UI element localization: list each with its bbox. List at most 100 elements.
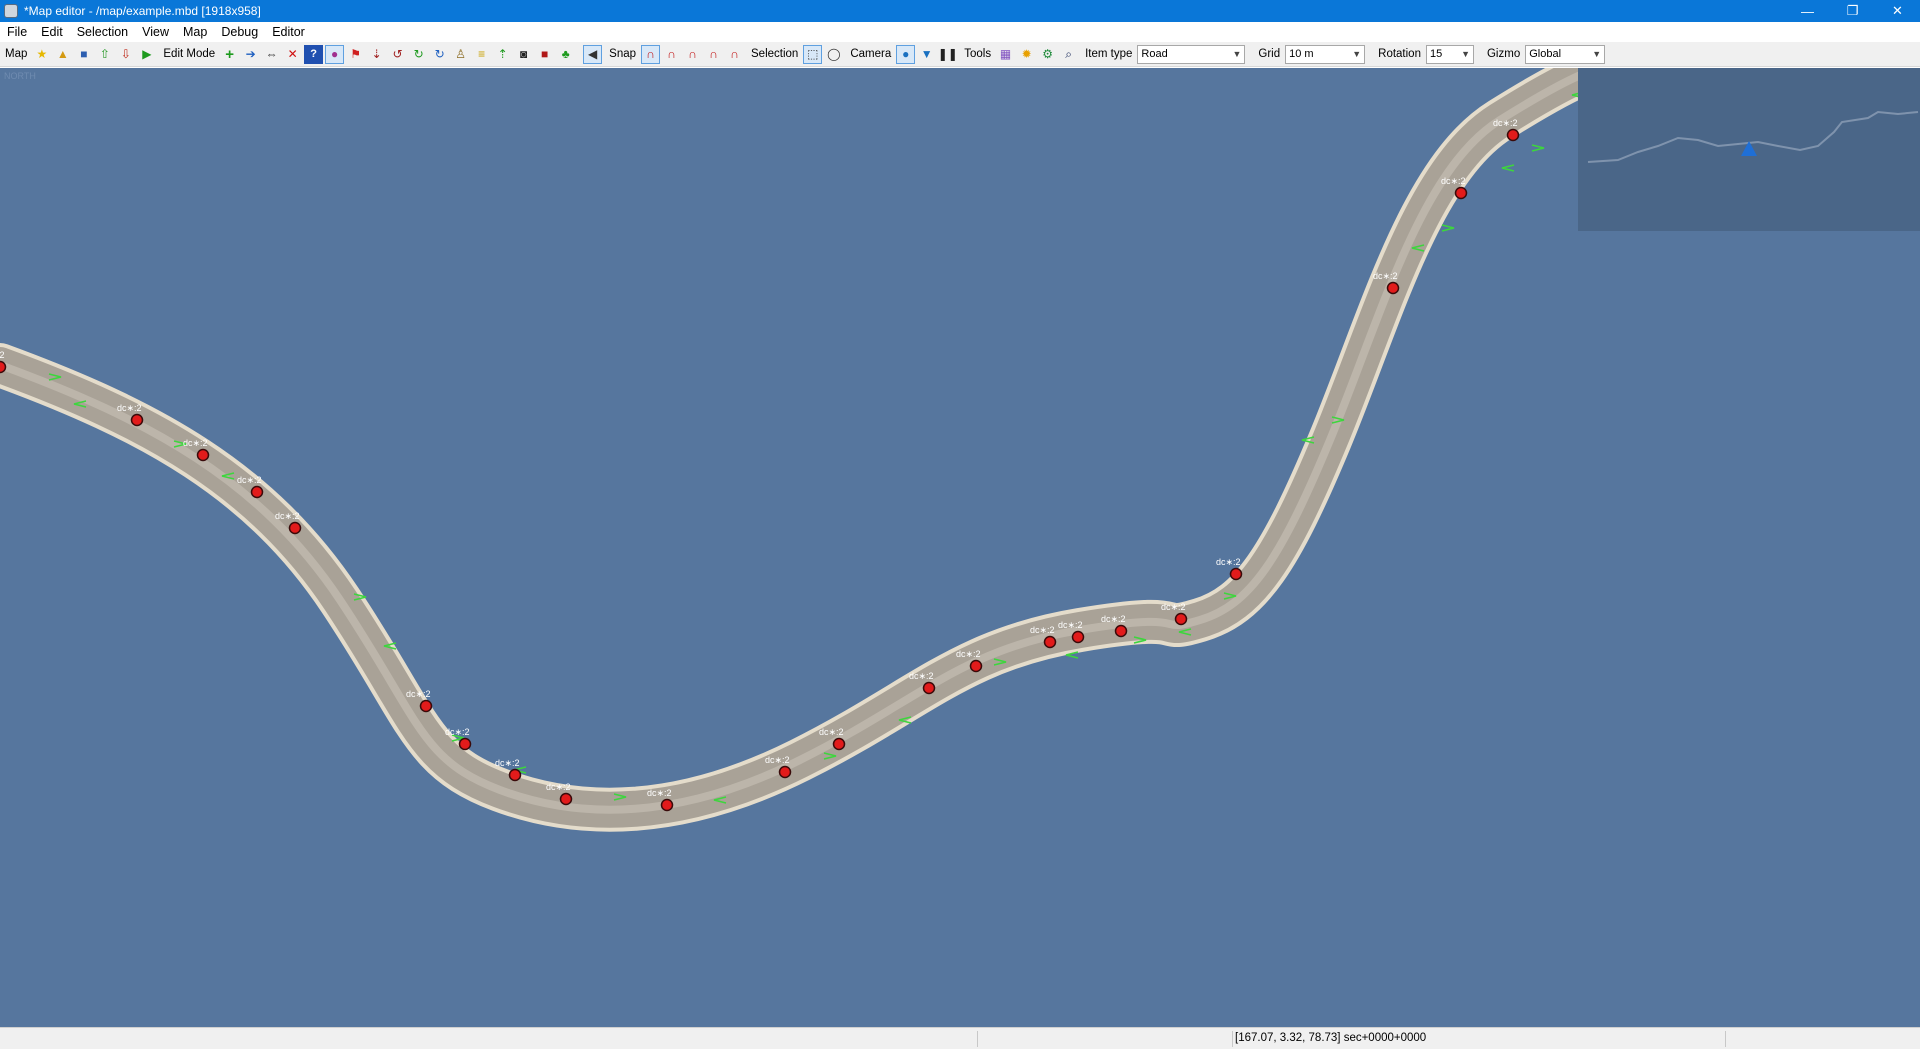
camera-position-icon bbox=[1741, 141, 1757, 156]
menu-debug[interactable]: Debug bbox=[214, 25, 265, 39]
fly-camera-icon[interactable]: ▼ bbox=[917, 45, 936, 64]
import-icon[interactable]: ⇩ bbox=[116, 45, 135, 64]
play-icon[interactable]: ▶ bbox=[137, 45, 156, 64]
road-node[interactable] bbox=[969, 659, 983, 673]
snap-magnet-icon[interactable]: ∩ bbox=[641, 44, 661, 64]
add-item-icon[interactable]: + bbox=[220, 45, 239, 64]
node-label: dc∗:2 bbox=[445, 727, 470, 737]
globe-icon[interactable]: ● bbox=[896, 44, 916, 64]
road-node[interactable] bbox=[1114, 624, 1128, 638]
node-label: dc∗:2 bbox=[1216, 557, 1241, 567]
export-icon[interactable]: ⇧ bbox=[95, 45, 114, 64]
menu-editor[interactable]: Editor bbox=[265, 25, 312, 39]
node-label: dc∗:2 bbox=[1030, 625, 1055, 635]
minimap[interactable] bbox=[1578, 68, 1920, 231]
window-controls: — ❐ ✕ bbox=[1785, 0, 1920, 22]
flag-icon[interactable]: ⚑ bbox=[346, 45, 365, 64]
lever-icon[interactable]: ⇣ bbox=[367, 45, 386, 64]
road-node[interactable] bbox=[1506, 128, 1520, 142]
raise-icon[interactable]: ⇡ bbox=[493, 45, 512, 64]
road-node[interactable] bbox=[1174, 612, 1188, 626]
road-node[interactable] bbox=[196, 448, 210, 462]
pause-icon[interactable]: ❚❚ bbox=[938, 45, 958, 64]
new-map-star-icon[interactable]: ★ bbox=[32, 45, 51, 64]
road-node[interactable] bbox=[660, 798, 674, 812]
lane-arrow-icon bbox=[1531, 144, 1545, 152]
rotate-green-icon[interactable]: ↻ bbox=[409, 45, 428, 64]
road-node[interactable] bbox=[250, 485, 264, 499]
grid-value: 10 m bbox=[1289, 48, 1314, 60]
road-node[interactable] bbox=[559, 792, 573, 806]
snap-edge-icon[interactable]: ∩ bbox=[683, 45, 702, 64]
swap-direction-icon[interactable]: ⇔ bbox=[262, 45, 281, 64]
snap-label: Snap bbox=[609, 48, 637, 60]
question-mode-icon[interactable]: ● bbox=[325, 44, 345, 64]
menu-edit[interactable]: Edit bbox=[34, 25, 70, 39]
road-node[interactable] bbox=[1229, 567, 1243, 581]
road-node[interactable] bbox=[458, 737, 472, 751]
lane-arrow-icon bbox=[1501, 164, 1515, 172]
vehicle-icon[interactable]: ■ bbox=[535, 45, 554, 64]
menu-map[interactable]: Map bbox=[176, 25, 214, 39]
road-node[interactable] bbox=[1386, 281, 1400, 295]
road-node[interactable] bbox=[832, 737, 846, 751]
item-type-value: Road bbox=[1141, 48, 1168, 60]
rotate-left-icon[interactable]: ↺ bbox=[388, 45, 407, 64]
rotation-select[interactable]: 15 ▼ bbox=[1425, 44, 1474, 64]
rotate-blue-icon[interactable]: ↻ bbox=[430, 45, 449, 64]
cursor-coordinates: [167.07, 3.32, 78.73] sec+0000+0000 bbox=[1235, 1032, 1427, 1044]
node-label: dc∗:2 bbox=[956, 649, 981, 659]
road-node[interactable] bbox=[288, 521, 302, 535]
road-node[interactable] bbox=[778, 765, 792, 779]
restore-icon[interactable]: ❐ bbox=[1830, 0, 1875, 22]
node-label: dc∗:2 bbox=[0, 350, 5, 360]
road-node[interactable] bbox=[419, 699, 433, 713]
node-label: dc∗:2 bbox=[1441, 176, 1466, 186]
node-label: dc∗:2 bbox=[117, 403, 142, 413]
search-icon[interactable]: ⌕ bbox=[1059, 45, 1078, 64]
menu-bar: File Edit Selection View Map Debug Edito… bbox=[0, 22, 1920, 42]
snap-surface-icon[interactable]: ∩ bbox=[725, 45, 744, 64]
road-node[interactable] bbox=[1043, 635, 1057, 649]
move-item-icon[interactable]: ➔ bbox=[241, 45, 260, 64]
viewport-corner-text: NORTH bbox=[4, 71, 36, 81]
road-node[interactable] bbox=[1071, 630, 1085, 644]
road-node[interactable] bbox=[0, 360, 7, 374]
close-icon[interactable]: ✕ bbox=[1875, 0, 1920, 22]
minimize-icon[interactable]: — bbox=[1785, 0, 1830, 22]
save-icon[interactable]: ■ bbox=[74, 45, 93, 64]
menu-selection[interactable]: Selection bbox=[70, 25, 135, 39]
sun-icon[interactable]: ✹ bbox=[1017, 45, 1036, 64]
rect-select-icon[interactable]: ⬚ bbox=[803, 44, 823, 64]
menu-file[interactable]: File bbox=[0, 25, 34, 39]
node-label: dc∗:2 bbox=[1101, 614, 1126, 624]
open-map-icon[interactable]: ▲ bbox=[53, 45, 72, 64]
help-icon[interactable]: ? bbox=[304, 44, 324, 64]
delete-item-icon[interactable]: ✕ bbox=[283, 45, 302, 64]
road-edge bbox=[0, 68, 1661, 832]
road-node[interactable] bbox=[508, 768, 522, 782]
app-icon bbox=[4, 4, 18, 18]
road-surface[interactable] bbox=[0, 68, 1657, 828]
node-label: dc∗:2 bbox=[647, 788, 672, 798]
gizmo-select[interactable]: Global ▼ bbox=[1525, 44, 1606, 64]
node-label: dc∗:2 bbox=[275, 511, 300, 521]
camera-tool-icon[interactable]: ◙ bbox=[514, 45, 533, 64]
snap-grid-icon[interactable]: ∩ bbox=[704, 45, 723, 64]
main-toolbar: Map ★ ▲ ■ ⇧ ⇩ ▶ Edit Mode + ➔ ⇔ ✕ ? ● ⚑ … bbox=[0, 42, 1920, 67]
title-bar: *Map editor - /map/example.mbd [1918x958… bbox=[0, 0, 1920, 22]
road-node[interactable] bbox=[1454, 186, 1468, 200]
sound-icon[interactable]: ◀ bbox=[583, 44, 603, 64]
brush-icon[interactable]: ♙ bbox=[451, 45, 470, 64]
palette-icon[interactable]: ▦ bbox=[996, 45, 1015, 64]
item-type-select[interactable]: Road ▼ bbox=[1137, 44, 1246, 64]
road-node[interactable] bbox=[922, 681, 936, 695]
snap-node-icon[interactable]: ∩ bbox=[662, 45, 681, 64]
gear-icon[interactable]: ⚙ bbox=[1038, 45, 1057, 64]
menu-view[interactable]: View bbox=[135, 25, 176, 39]
road-node[interactable] bbox=[130, 413, 144, 427]
lasso-select-icon[interactable]: ◯ bbox=[824, 45, 843, 64]
vegetation-icon[interactable]: ♣ bbox=[556, 45, 575, 64]
road-tool-icon[interactable]: ≡ bbox=[472, 45, 491, 64]
grid-select[interactable]: 10 m ▼ bbox=[1285, 44, 1366, 64]
